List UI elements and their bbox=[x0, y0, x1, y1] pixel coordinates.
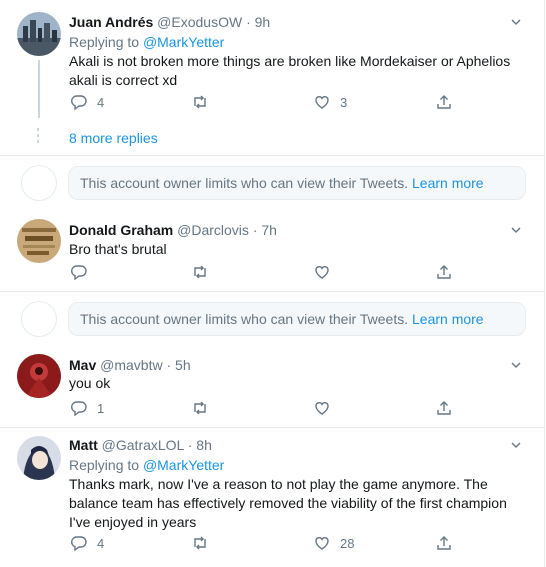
separator: · bbox=[252, 222, 258, 238]
limited-notice-text: This account owner limits who can view t… bbox=[80, 311, 409, 327]
retweet-icon bbox=[194, 95, 206, 109]
retweet-icon bbox=[194, 401, 206, 415]
handle[interactable]: @GatraxLOL bbox=[102, 437, 184, 453]
like-icon bbox=[315, 402, 329, 415]
chevron-down-icon[interactable] bbox=[510, 359, 522, 371]
tweet-header: Mav @mavbtw · 5h bbox=[69, 356, 191, 374]
like-button[interactable]: 3 bbox=[313, 93, 347, 111]
chevron-down-icon[interactable] bbox=[510, 224, 522, 236]
reply-icon bbox=[71, 265, 87, 281]
tweet-text: you ok bbox=[69, 375, 111, 391]
display-name[interactable]: Mav bbox=[69, 357, 96, 373]
more-replies-link[interactable]: 8 more replies bbox=[69, 130, 158, 146]
limited-notice: This account owner limits who can view t… bbox=[68, 302, 526, 336]
avatar-placeholder bbox=[21, 301, 57, 337]
timestamp[interactable]: 8h bbox=[196, 437, 212, 453]
tweet[interactable]: Juan Andrés @ExodusOW · 9h Replying to @… bbox=[0, 0, 544, 155]
avatar-placeholder bbox=[21, 165, 57, 201]
handle[interactable]: @mavbtw bbox=[100, 357, 162, 373]
like-button[interactable]: 28 bbox=[313, 534, 354, 552]
chevron-down-icon[interactable] bbox=[510, 439, 522, 451]
timestamp[interactable]: 9h bbox=[255, 14, 271, 30]
reply-button[interactable]: 4 bbox=[70, 93, 104, 111]
share-button[interactable] bbox=[435, 263, 453, 281]
reply-icon bbox=[71, 401, 87, 417]
replying-label: Replying to bbox=[69, 457, 140, 473]
share-icon bbox=[437, 265, 451, 279]
tweet-header: Juan Andrés @ExodusOW · 9h bbox=[69, 13, 270, 31]
replying-to: Replying to @MarkYetter bbox=[69, 456, 224, 474]
share-button[interactable] bbox=[435, 534, 453, 552]
like-icon bbox=[315, 96, 329, 109]
reply-button[interactable] bbox=[70, 263, 97, 281]
share-icon bbox=[437, 536, 451, 550]
conversation-feed: Juan Andrés @ExodusOW · 9h Replying to @… bbox=[0, 0, 546, 567]
limited-tweet: This account owner limits who can view t… bbox=[0, 292, 544, 337]
retweet-button[interactable] bbox=[191, 93, 218, 111]
limited-notice: This account owner limits who can view t… bbox=[68, 166, 526, 200]
avatar[interactable] bbox=[17, 219, 61, 263]
reply-count: 1 bbox=[97, 400, 105, 416]
handle[interactable]: @Darclovis bbox=[177, 222, 249, 238]
tweet[interactable]: Matt @GatraxLOL · 8h Replying to @MarkYe… bbox=[0, 428, 544, 567]
like-button[interactable] bbox=[313, 263, 340, 281]
handle[interactable]: @ExodusOW bbox=[157, 14, 242, 30]
tweet-text: Thanks mark, now I've a reason to not pl… bbox=[69, 476, 507, 530]
separator: · bbox=[246, 14, 251, 30]
separator: · bbox=[187, 437, 193, 453]
retweet-button[interactable] bbox=[191, 263, 218, 281]
learn-more-link[interactable]: Learn more bbox=[412, 311, 484, 327]
avatar[interactable] bbox=[17, 12, 61, 56]
reply-icon bbox=[71, 95, 87, 111]
timestamp[interactable]: 7h bbox=[261, 222, 277, 238]
share-icon bbox=[437, 401, 451, 415]
share-button[interactable] bbox=[435, 93, 453, 111]
display-name[interactable]: Matt bbox=[69, 437, 98, 453]
mention-link[interactable]: @MarkYetter bbox=[143, 34, 224, 50]
like-icon bbox=[315, 537, 329, 550]
mention-link[interactable]: @MarkYetter bbox=[143, 457, 224, 473]
tweet-actions: 4 28 bbox=[60, 534, 490, 554]
display-name[interactable]: Donald Graham bbox=[69, 222, 173, 238]
limited-notice-text: This account owner limits who can view t… bbox=[80, 175, 409, 191]
tweet-actions bbox=[60, 263, 490, 283]
tweet-text: Akali is not broken more things are brok… bbox=[69, 53, 511, 88]
retweet-icon bbox=[194, 265, 206, 279]
tweet-actions: 4 3 bbox=[60, 93, 490, 113]
thread-ellipsis bbox=[37, 128, 40, 146]
tweet[interactable]: Donald Graham @Darclovis · 7h Bro that's… bbox=[0, 200, 544, 291]
retweet-icon bbox=[194, 536, 206, 550]
separator: · bbox=[166, 357, 172, 373]
thread-line bbox=[38, 60, 40, 118]
tweet-header: Donald Graham @Darclovis · 7h bbox=[69, 221, 277, 239]
share-icon bbox=[437, 95, 451, 109]
like-count: 28 bbox=[340, 535, 355, 551]
tweet-header: Matt @GatraxLOL · 8h bbox=[69, 436, 212, 454]
reply-button[interactable]: 1 bbox=[70, 399, 104, 417]
replying-to: Replying to @MarkYetter bbox=[69, 33, 224, 51]
retweet-button[interactable] bbox=[191, 399, 218, 417]
reply-button[interactable]: 4 bbox=[70, 534, 104, 552]
limited-tweet: This account owner limits who can view t… bbox=[0, 156, 544, 201]
share-button[interactable] bbox=[435, 399, 453, 417]
tweet-text: Bro that's brutal bbox=[69, 241, 167, 257]
learn-more-link[interactable]: Learn more bbox=[412, 175, 484, 191]
tweet[interactable]: Mav @mavbtw · 5h you ok 1 bbox=[0, 336, 544, 427]
avatar[interactable] bbox=[17, 354, 61, 398]
reply-count: 4 bbox=[97, 94, 105, 110]
reply-count: 4 bbox=[97, 535, 105, 551]
column-border bbox=[544, 0, 545, 567]
timestamp[interactable]: 5h bbox=[175, 357, 191, 373]
chevron-down-icon[interactable] bbox=[510, 16, 522, 28]
tweet-actions: 1 bbox=[60, 399, 490, 419]
like-button[interactable] bbox=[313, 399, 340, 417]
like-icon bbox=[315, 266, 329, 279]
reply-icon bbox=[71, 536, 87, 552]
like-count: 3 bbox=[340, 94, 348, 110]
display-name[interactable]: Juan Andrés bbox=[69, 14, 153, 30]
replying-label: Replying to bbox=[69, 34, 140, 50]
retweet-button[interactable] bbox=[191, 534, 218, 552]
avatar[interactable] bbox=[17, 436, 61, 480]
